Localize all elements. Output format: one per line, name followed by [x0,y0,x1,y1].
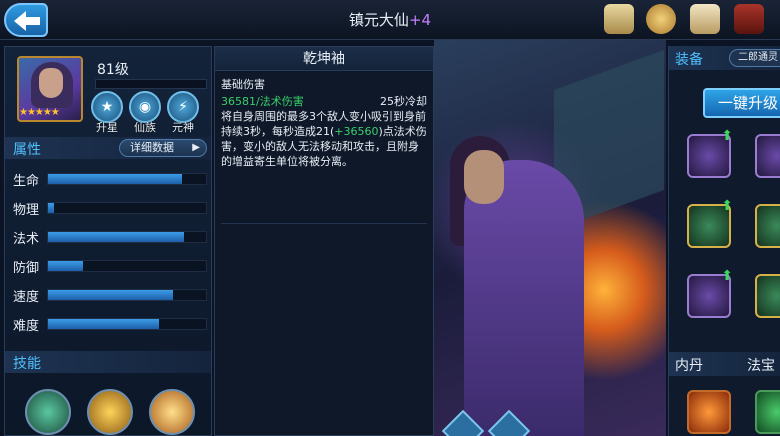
clan-button[interactable]: ◉ 仙族 [127,91,163,135]
stat-bar-track [47,289,207,301]
hero-plus-level: +4 [408,11,432,29]
equipment-tab[interactable]: 二郎通灵 [729,49,780,67]
detail-data-button[interactable]: 详细数据 ▶ [119,139,207,157]
coin-seal-icon[interactable] [646,4,676,34]
stat-bar-fill [48,203,55,213]
stat-bar-track [47,202,207,214]
stat-bar-fill [48,290,173,300]
stat-bar-fill [48,232,184,242]
damage-type: 基础伤害 [221,78,265,91]
stat-bar-fill [48,174,183,184]
skill-description: 将自身周围的最多3个敌人变小吸引到身前持续3秒，每秒造成21(+36560)点法… [221,109,429,169]
portrait-face [39,68,63,98]
bottom-tabs: 内丹 法宝 [669,352,780,376]
equipment-title: 装备 [675,52,703,68]
upgrade-arrow-icon: ⬆ [721,128,733,144]
stat-row: 防御 [5,254,211,278]
damage-value: 36581/法术伤害 [221,95,304,108]
hero-level: 81级 [97,62,129,78]
equip-slot-5[interactable]: ⬆ [687,268,733,318]
stat-row: 难度 [5,312,211,336]
inner-dan-slot[interactable] [687,390,731,434]
skills-title: 技能 [13,356,41,372]
skill-gourd-icon[interactable] [25,389,71,435]
stat-bar-track [47,231,207,243]
star-rating: ★★★★★ [19,107,60,118]
level-bar [95,79,207,89]
stat-label: 物理 [13,203,40,218]
skill-burst-icon[interactable] [149,389,195,435]
stat-row: 物理 [5,196,211,220]
attributes-title: 属性 [13,142,41,158]
equipment-header: 装备 二郎通灵 [669,46,780,70]
equipment-panel: 装备 二郎通灵 一键升级 ⬆ ⬆ ⬆ 内丹 法宝 [668,46,780,436]
divider [221,223,427,224]
hero-name: 镇元大仙 [348,11,409,29]
equip-slot-3[interactable]: ⬆ [687,198,733,248]
spirit-button[interactable]: ⚡ 元神 [165,91,201,135]
tab-inner-dan[interactable]: 内丹 [675,355,703,375]
stat-label: 难度 [13,319,40,334]
treasure-slot[interactable] [755,390,780,434]
book-icon[interactable] [734,4,764,34]
stat-bar-track [47,173,207,185]
skills-header: 技能 [5,351,211,373]
scroll-icon[interactable] [604,4,634,34]
top-bar: 镇元大仙+4 [0,0,780,40]
equip-slot-6[interactable] [755,274,780,318]
spirit-label: 元神 [172,121,194,134]
stat-label: 法术 [13,232,40,247]
stat-label: 防御 [13,261,40,276]
upgrade-arrow-icon: ⬆ [721,268,733,284]
clan-label: 仙族 [134,121,156,134]
upgrade-arrow-icon: ⬆ [721,198,733,214]
chevron-right-icon: ▶ [192,142,200,153]
stat-label: 速度 [13,290,40,305]
stat-bar-fill [48,319,159,329]
one-click-upgrade-button[interactable]: 一键升级 [703,88,780,118]
equip-slot-4[interactable] [755,204,780,248]
skill-name: 乾坤袖 [215,47,433,71]
skill-gold-icon[interactable] [87,389,133,435]
stat-bar-track [47,318,207,330]
skill-tooltip: 乾坤袖 基础伤害 36581/法术伤害 25秒冷却 将自身周围的最多3个敌人变小… [214,46,434,436]
stat-bar-fill [48,261,83,271]
stat-row: 法术 [5,225,211,249]
hero-artwork [434,40,666,436]
letter-icon[interactable] [690,4,720,34]
attributes-header: 属性 详细数据 ▶ [5,137,211,159]
stat-row: 生命 [5,167,211,191]
star-up-label: 升星 [96,121,118,134]
stat-label: 生命 [13,174,40,189]
stat-bar-track [47,260,207,272]
art-head [464,150,504,204]
desc-highlight: +36560 [334,125,379,138]
equip-slot-2[interactable] [755,134,780,178]
stat-row: 速度 [5,283,211,307]
star-up-button[interactable]: ★ 升星 [89,91,125,135]
hero-info-panel: ★★★★★ 81级 ★ 升星 ◉ 仙族 ⚡ 元神 属性 详细数据 ▶ 生命物理法… [4,46,212,436]
cooldown: 25秒冷却 [380,95,427,108]
equip-slot-1[interactable]: ⬆ [687,128,733,178]
detail-data-label: 详细数据 [130,141,174,154]
tab-treasure[interactable]: 法宝 [747,355,775,375]
